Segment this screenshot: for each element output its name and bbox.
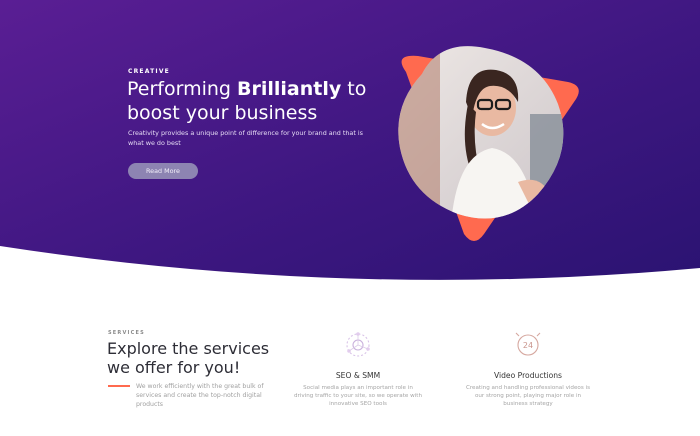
services-description: We work efficiently with the great bulk …: [136, 383, 264, 408]
service-name: Video Productions: [493, 371, 563, 380]
hero-eyebrow: CREATIVE: [128, 68, 170, 75]
services-title: Explore the services we offer for you!: [107, 339, 270, 377]
accent-divider: [108, 385, 130, 387]
services-eyebrow: SERVICES: [108, 330, 145, 336]
service-text: Creating and handling professional video…: [465, 385, 591, 407]
hero-background: [0, 0, 700, 280]
service-name: SEO & SMM: [335, 371, 381, 380]
hero-headline: Performing Brilliantly to boost your bus…: [127, 78, 367, 124]
seo-icon: [346, 332, 370, 357]
hero-image: [380, 44, 590, 244]
hero-description: Creativity provides a unique point of di…: [128, 129, 363, 147]
service-card-seo[interactable]: SEO & SMM Social media plays an importan…: [293, 330, 423, 408]
hero-section: CREATIVE Performing Brilliantly to boost…: [0, 0, 700, 300]
service-text: Social media plays an important role in …: [293, 385, 423, 407]
service-card-video[interactable]: 24 Video Productions Creating and handli…: [463, 330, 593, 408]
svg-text:24: 24: [523, 341, 533, 350]
headline-highlight: Brilliantly: [237, 78, 342, 100]
read-more-button[interactable]: Read More: [128, 163, 198, 179]
video-24-icon: 24: [515, 332, 541, 356]
